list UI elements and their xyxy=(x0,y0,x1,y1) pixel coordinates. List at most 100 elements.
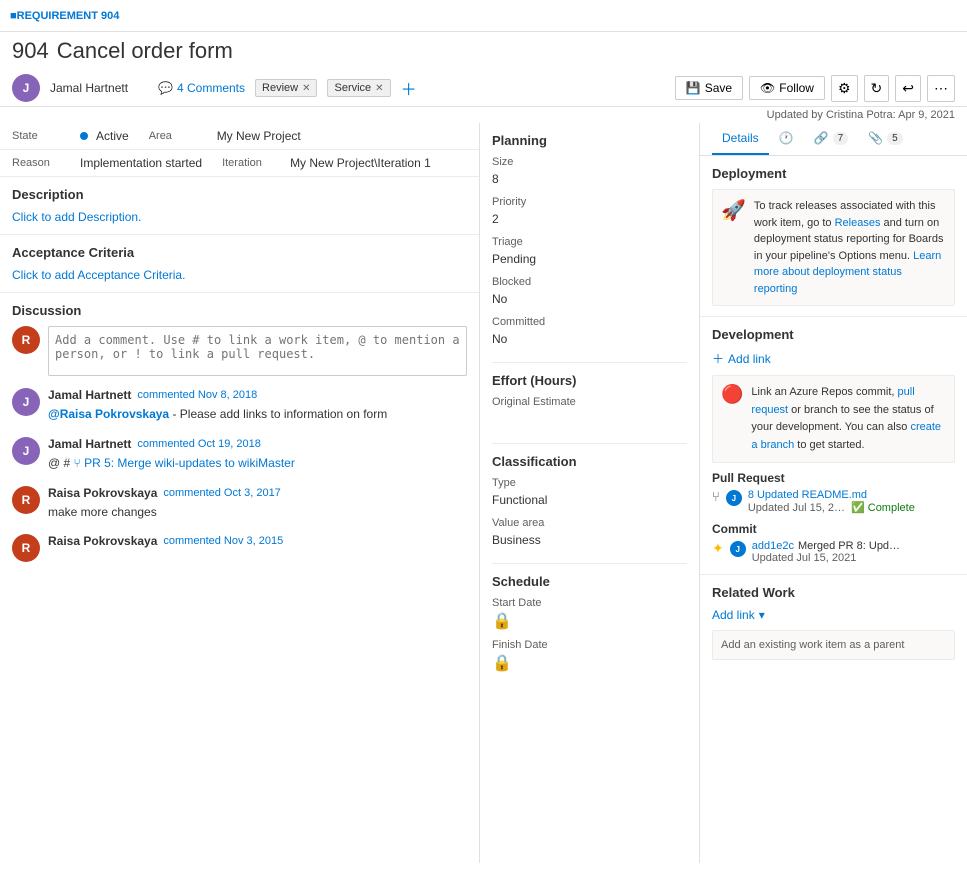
related-add-link-button[interactable]: Add link ▾ xyxy=(712,608,955,622)
priority-value[interactable]: 2 xyxy=(492,210,687,228)
comment-body-2: Jamal Hartnett commented Oct 19, 2018 @ … xyxy=(48,437,467,472)
deployment-info-box: 🚀 To track releases associated with this… xyxy=(712,189,955,306)
pr-title[interactable]: 8 Updated README.md xyxy=(748,489,955,501)
comment-avatar-3: R xyxy=(12,486,40,514)
discussion-section: Discussion R J Jamal Hartnett commented … xyxy=(0,293,479,586)
triage-value[interactable]: Pending xyxy=(492,250,687,268)
planning-section: Planning Size 8 Priority 2 Triage Pendin… xyxy=(492,133,687,348)
size-field: Size 8 xyxy=(492,156,687,188)
area-label: Area xyxy=(149,130,209,142)
related-item-text: Add an existing work item as a parent xyxy=(721,639,904,651)
far-right-panel: Details 🕐 🔗 7 📎 5 Deployment 🚀 To track … xyxy=(700,123,967,863)
comment-author-3: Raisa Pokrovskaya xyxy=(48,486,157,500)
committed-value[interactable]: No xyxy=(492,330,687,348)
save-button[interactable]: 💾 Save xyxy=(675,76,743,100)
comment-date-3[interactable]: commented Oct 3, 2017 xyxy=(163,487,280,499)
comment-date-2[interactable]: commented Oct 19, 2018 xyxy=(137,438,261,450)
acceptance-section: Acceptance Criteria Click to add Accepta… xyxy=(0,235,479,293)
commit-item: ✦ J add1e2c Merged PR 8: Upd… Updated Ju… xyxy=(712,540,955,564)
comment-input[interactable] xyxy=(48,326,467,376)
mention-1: @Raisa Pokrovskaya xyxy=(48,407,169,421)
acceptance-placeholder[interactable]: Click to add Acceptance Criteria. xyxy=(12,268,467,282)
more-button[interactable]: ⋯ xyxy=(927,75,955,102)
development-section: Development ＋ Add link 🔴 Link an Azure R… xyxy=(700,317,967,575)
comment-date-1[interactable]: commented Nov 8, 2018 xyxy=(137,389,257,401)
learn-more-link[interactable]: Learn more about deployment status repor… xyxy=(754,250,941,295)
reason-value[interactable]: Implementation started xyxy=(80,156,202,170)
related-item: Add an existing work item as a parent xyxy=(712,630,955,660)
state-dot xyxy=(80,132,88,140)
comment-body-3: Raisa Pokrovskaya commented Oct 3, 2017 … xyxy=(48,486,467,521)
comment-date-4[interactable]: commented Nov 3, 2015 xyxy=(163,535,283,547)
tab-links[interactable]: 🔗 7 xyxy=(804,123,859,155)
refresh-button[interactable]: ↻ xyxy=(864,75,890,102)
save-icon: 💾 xyxy=(686,81,701,95)
pull-request-link[interactable]: pull request xyxy=(751,386,914,416)
description-section: Description Click to add Description. xyxy=(0,177,479,235)
blocked-value[interactable]: No xyxy=(492,290,687,308)
priority-field: Priority 2 xyxy=(492,196,687,228)
author-name: Jamal Hartnett xyxy=(50,81,128,95)
add-link-icon: ＋ xyxy=(712,350,724,367)
comment-text-rest-1: - Please add links to information on for… xyxy=(172,407,387,421)
links-icon: 🔗 xyxy=(814,131,829,145)
finish-date-label: Finish Date xyxy=(492,639,687,651)
tag-close-review[interactable]: ✕ xyxy=(302,83,310,94)
reason-item: Reason Implementation started xyxy=(12,156,202,170)
value-area-label: Value area xyxy=(492,517,687,529)
type-field: Type Functional xyxy=(492,477,687,509)
size-value[interactable]: 8 xyxy=(492,170,687,188)
finish-date-icon[interactable]: 🔒 xyxy=(492,653,687,673)
dev-info-text: Link an Azure Repos commit, pull request… xyxy=(751,384,946,454)
toolbar-right: 💾 Save 👁 Follow ⚙ ↻ ↩ ⋯ xyxy=(675,75,955,102)
comments-link[interactable]: 💬 4 Comments xyxy=(158,81,245,95)
state-value[interactable]: Active xyxy=(96,129,129,143)
undo-button[interactable]: ↩ xyxy=(895,75,921,102)
pr-date: Updated Jul 15, 2… xyxy=(748,502,845,514)
original-estimate-input[interactable] xyxy=(492,410,687,429)
history-icon: 🕐 xyxy=(779,131,794,145)
tag-close-service[interactable]: ✕ xyxy=(375,83,383,94)
pr-item: ⑂ J 8 Updated README.md Updated Jul 15, … xyxy=(712,489,955,514)
type-value[interactable]: Functional xyxy=(492,491,687,509)
commit-hash[interactable]: add1e2c xyxy=(752,540,794,552)
type-label: Type xyxy=(492,477,687,489)
releases-link[interactable]: Releases xyxy=(835,217,881,229)
create-branch-link[interactable]: create a branch xyxy=(751,421,941,451)
tag-label-service: Service xyxy=(334,82,371,94)
iteration-value[interactable]: My New Project\Iteration 1 xyxy=(290,156,431,170)
acceptance-title: Acceptance Criteria xyxy=(12,245,467,260)
dev-add-link-button[interactable]: ＋ Add link xyxy=(712,350,955,367)
comment-text-3: make more changes xyxy=(48,504,467,521)
area-value[interactable]: My New Project xyxy=(217,129,301,143)
value-area-value[interactable]: Business xyxy=(492,531,687,549)
follow-icon: 👁 xyxy=(760,81,775,95)
schedule-title: Schedule xyxy=(492,574,687,589)
tab-attachments[interactable]: 📎 5 xyxy=(858,123,913,155)
author-row: J Jamal Hartnett 💬 4 Comments Review ✕ S… xyxy=(0,70,967,107)
commit-date: Updated Jul 15, 2021 xyxy=(752,552,900,564)
settings-button[interactable]: ⚙ xyxy=(831,75,858,102)
tab-details-label: Details xyxy=(722,131,759,145)
comment-author-2: Jamal Hartnett xyxy=(48,437,131,451)
pr-link-2[interactable]: PR 5: Merge wiki-updates to wikiMaster xyxy=(84,456,295,470)
iteration-label: Iteration xyxy=(222,157,282,169)
priority-label: Priority xyxy=(492,196,687,208)
updated-text: Updated by Cristina Potra: Apr 9, 2021 xyxy=(767,109,955,121)
pr-icon-2: ⑂ xyxy=(74,455,81,472)
pr-status-badge: ✅ Complete xyxy=(851,501,915,514)
add-tag-button[interactable]: ＋ xyxy=(401,76,417,100)
follow-button[interactable]: 👁 Follow xyxy=(749,76,825,100)
updated-line: Updated by Cristina Potra: Apr 9, 2021 xyxy=(0,107,967,123)
description-placeholder[interactable]: Click to add Description. xyxy=(12,210,467,224)
comment-author-1: Jamal Hartnett xyxy=(48,388,131,402)
start-date-icon[interactable]: 🔒 xyxy=(492,611,687,631)
title-row: 904 Cancel order form xyxy=(0,32,967,70)
tab-history[interactable]: 🕐 xyxy=(769,123,804,155)
pr-info: 8 Updated README.md Updated Jul 15, 2… ✅… xyxy=(748,489,955,514)
blocked-label: Blocked xyxy=(492,276,687,288)
comment-avatar-2: J xyxy=(12,437,40,465)
comment-header-4: Raisa Pokrovskaya commented Nov 3, 2015 xyxy=(48,534,467,548)
tab-details[interactable]: Details xyxy=(712,123,769,155)
current-user-avatar: R xyxy=(12,326,40,354)
